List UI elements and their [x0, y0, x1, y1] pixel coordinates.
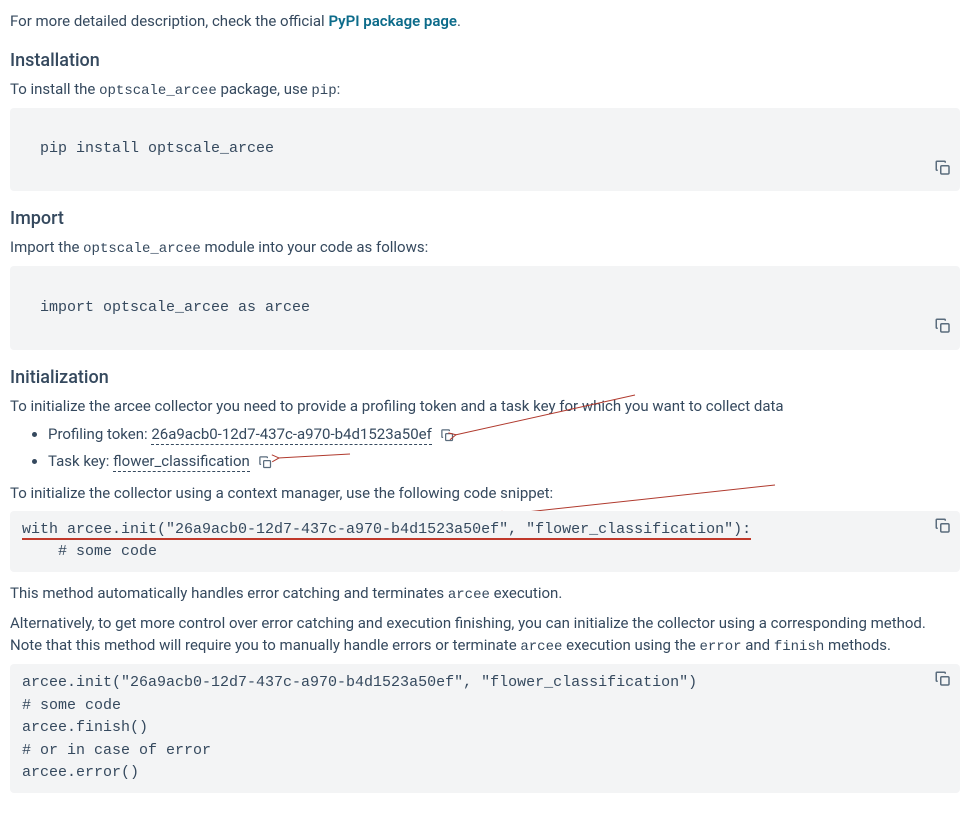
copy-icon[interactable]: [934, 670, 952, 688]
token-value: 26a9acb0-12d7-437c-a970-b4d1523a50ef: [151, 425, 431, 445]
inline-code-pkg: optscale_arcee: [99, 83, 217, 99]
list-item: Task key: flower_classification: [48, 450, 960, 473]
inline-code: finish: [774, 639, 824, 655]
alt-text: Alternatively, to get more control over …: [10, 612, 960, 659]
inline-code-tool: pip: [311, 83, 336, 99]
inline-code: arcee: [520, 639, 562, 655]
intro-paragraph: For more detailed description, check the…: [10, 10, 960, 33]
code-import: import optscale_arcee as arcee: [10, 266, 960, 350]
import-text: Import the optscale_arcee module into yo…: [10, 236, 960, 260]
init-heading: Initialization: [10, 364, 960, 391]
init-params-list: Profiling token: 26a9acb0-12d7-437c-a970…: [10, 423, 960, 472]
code-init-manual: arcee.init("26a9acb0-12d7-437c-a970-b4d1…: [10, 664, 960, 793]
copy-icon[interactable]: [934, 272, 952, 290]
copy-icon[interactable]: [258, 455, 273, 470]
copy-icon[interactable]: [934, 517, 952, 535]
context-text: To initialize the collector using a cont…: [10, 482, 960, 505]
inline-code: arcee: [448, 587, 490, 603]
installation-text: To install the optscale_arcee package, u…: [10, 78, 960, 102]
code-init-context: with arcee.init("26a9acb0-12d7-437c-a970…: [10, 511, 960, 572]
pypi-link[interactable]: PyPI package page: [328, 12, 457, 30]
init-intro: To initialize the arcee collector you ne…: [10, 395, 960, 418]
code-install: pip install optscale_arcee: [10, 108, 960, 192]
inline-code-pkg2: optscale_arcee: [83, 241, 201, 257]
installation-heading: Installation: [10, 47, 960, 74]
inline-code: error: [699, 639, 741, 655]
copy-icon[interactable]: [934, 114, 952, 132]
task-value: flower_classification: [113, 452, 250, 472]
list-item: Profiling token: 26a9acb0-12d7-437c-a970…: [48, 423, 960, 446]
method-text: This method automatically handles error …: [10, 582, 960, 606]
copy-icon[interactable]: [440, 428, 455, 443]
import-heading: Import: [10, 205, 960, 232]
